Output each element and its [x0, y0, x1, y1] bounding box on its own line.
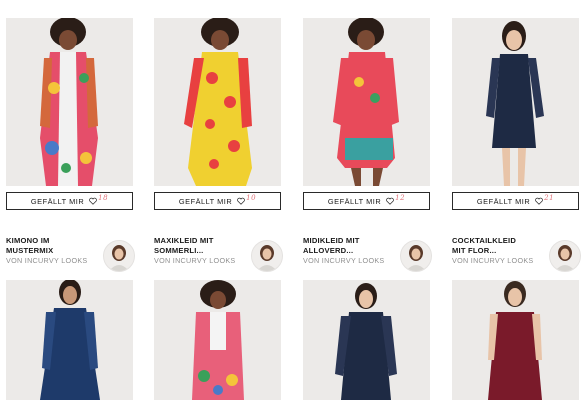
- product-card[interactable]: [6, 280, 133, 400]
- like-count: 10: [246, 194, 257, 202]
- product-title[interactable]: KIMONO IM MUSTERMIX: [6, 236, 96, 256]
- avatar[interactable]: [549, 240, 581, 272]
- model-figure: [184, 18, 252, 186]
- product-title[interactable]: MIDIKLEID MIT ALLOVERD...: [303, 236, 393, 256]
- like-label: GEFÄLLT MIR: [178, 196, 233, 206]
- product-title-line: SOMMERLI...: [154, 246, 204, 255]
- like-count: 12: [395, 194, 406, 202]
- model-figure: [335, 283, 397, 400]
- product-subtitle: VON INCURVY LOOKS: [6, 256, 88, 265]
- model-figure: [40, 280, 100, 400]
- heart-icon: [237, 197, 246, 205]
- avatar-image: [555, 245, 575, 271]
- model-figure: [333, 18, 399, 186]
- product-card[interactable]: [452, 280, 579, 400]
- like-label: GEFÄLLT MIR: [476, 196, 531, 206]
- like-button[interactable]: GEFÄLLT MIR 10: [154, 192, 281, 210]
- product-image[interactable]: [303, 280, 430, 400]
- product-title[interactable]: COCKTAILKLEID MIT FLOR...: [452, 236, 542, 256]
- product-title-line: COCKTAILKLEID: [452, 236, 517, 245]
- like-label: GEFÄLLT MIR: [327, 196, 382, 206]
- like-button[interactable]: GEFÄLLT MIR 18: [6, 192, 133, 210]
- product-title-line: MIDIKLEID MIT: [303, 236, 360, 245]
- product-image[interactable]: [452, 18, 579, 186]
- heart-icon: [89, 197, 98, 205]
- product-title-line: ALLOVERD...: [303, 246, 354, 255]
- heart-icon: [535, 197, 544, 205]
- heart-icon: [386, 197, 395, 205]
- model-figure: [486, 21, 544, 186]
- product-card[interactable]: GEFÄLLT MIR 18 KIMONO IM MUSTERMIX VON I…: [6, 18, 135, 272]
- product-card[interactable]: [303, 280, 430, 400]
- like-button[interactable]: GEFÄLLT MIR 12: [303, 192, 430, 210]
- avatar-image: [109, 245, 129, 271]
- like-count: 21: [544, 194, 555, 202]
- product-title-line: MUSTERMIX: [6, 246, 54, 255]
- product-image[interactable]: [6, 18, 133, 186]
- avatar[interactable]: [103, 240, 135, 272]
- product-card[interactable]: [154, 280, 281, 400]
- model-figure: [488, 281, 542, 400]
- product-image[interactable]: [154, 280, 281, 400]
- avatar-image: [257, 245, 277, 271]
- product-image[interactable]: [6, 280, 133, 400]
- like-count: 18: [98, 194, 109, 202]
- avatar[interactable]: [400, 240, 432, 272]
- product-title-line: MAXIKLEID MIT: [154, 236, 214, 245]
- product-card[interactable]: GEFÄLLT MIR 10 MAXIKLEID MIT SOMMERLI...…: [154, 18, 283, 272]
- model-figure: [40, 18, 98, 186]
- product-subtitle: VON INCURVY LOOKS: [452, 256, 534, 265]
- product-card[interactable]: GEFÄLLT MIR 21 COCKTAILKLEID MIT FLOR...…: [452, 18, 581, 272]
- product-title-line: KIMONO IM: [6, 236, 50, 245]
- product-subtitle: VON INCURVY LOOKS: [154, 256, 236, 265]
- product-title[interactable]: MAXIKLEID MIT SOMMERLI...: [154, 236, 244, 256]
- product-image[interactable]: [303, 18, 430, 186]
- model-figure: [192, 280, 244, 400]
- like-button[interactable]: GEFÄLLT MIR 21: [452, 192, 579, 210]
- product-image[interactable]: [154, 18, 281, 186]
- product-image[interactable]: [452, 280, 579, 400]
- avatar-image: [406, 245, 426, 271]
- product-subtitle: VON INCURVY LOOKS: [303, 256, 385, 265]
- product-card[interactable]: GEFÄLLT MIR 12 MIDIKLEID MIT ALLOVERD...…: [303, 18, 432, 272]
- product-title-line: MIT FLOR...: [452, 246, 497, 255]
- like-label: GEFÄLLT MIR: [30, 196, 85, 206]
- avatar[interactable]: [251, 240, 283, 272]
